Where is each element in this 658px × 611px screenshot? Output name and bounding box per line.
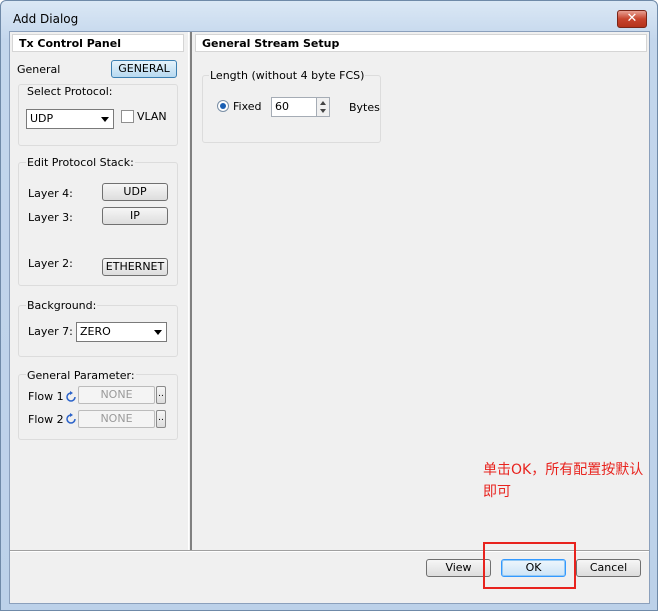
chevron-down-icon <box>154 330 162 335</box>
length-group-label: Length (without 4 byte FCS) <box>209 69 366 82</box>
window-title: Add Dialog <box>13 12 79 26</box>
vlan-checkbox[interactable] <box>121 110 134 123</box>
select-protocol-label: Select Protocol: <box>26 85 114 98</box>
background-label: Background: <box>26 299 98 312</box>
annotation-text: 单击OK，所有配置按默认即可 <box>483 462 644 500</box>
chevron-down-icon <box>101 117 109 122</box>
add-dialog-window: Add Dialog ✕ Tx Control Panel General GE… <box>0 0 658 611</box>
dialog-client-area: Tx Control Panel General GENERAL Select … <box>9 31 650 604</box>
layer2-label: Layer 2: <box>28 257 73 270</box>
flow2-more-button[interactable]: .. <box>156 410 166 428</box>
general-stream-setup-header: General Stream Setup <box>195 34 647 52</box>
length-spinner[interactable] <box>316 97 330 117</box>
flow1-label: Flow 1 <box>28 390 64 403</box>
fixed-radio[interactable] <box>217 100 229 112</box>
general-button[interactable]: GENERAL <box>111 60 177 78</box>
flow2-field[interactable]: NONE <box>78 410 155 428</box>
general-parameter-group <box>18 374 178 440</box>
tx-control-panel-header: Tx Control Panel <box>12 34 184 52</box>
ok-highlight-box <box>483 542 576 589</box>
fixed-label: Fixed <box>233 100 262 113</box>
flow2-label: Flow 2 <box>28 413 64 426</box>
view-button[interactable]: View <box>426 559 491 577</box>
layer4-label: Layer 4: <box>28 187 73 200</box>
general-label: General <box>17 63 61 76</box>
protocol-select[interactable]: UDP <box>26 109 114 129</box>
close-icon: ✕ <box>626 11 638 26</box>
flow1-more-button[interactable]: .. <box>156 386 166 404</box>
layer4-udp-button[interactable]: UDP <box>102 183 168 201</box>
refresh-icon[interactable] <box>65 413 77 425</box>
spin-down-icon[interactable] <box>320 109 326 113</box>
protocol-stack-label: Edit Protocol Stack: <box>26 156 135 169</box>
vlan-label: VLAN <box>137 110 167 123</box>
layer2-ethernet-button[interactable]: ETHERNET <box>102 258 168 276</box>
layer3-label: Layer 3: <box>28 211 73 224</box>
cancel-button[interactable]: Cancel <box>576 559 641 577</box>
refresh-icon[interactable] <box>65 391 77 403</box>
bytes-label: Bytes <box>349 101 380 114</box>
general-parameter-label: General Parameter: <box>26 369 136 382</box>
layer7-label: Layer 7: <box>28 325 73 338</box>
close-button[interactable]: ✕ <box>617 10 647 28</box>
layer3-ip-button[interactable]: IP <box>102 207 168 225</box>
flow1-field[interactable]: NONE <box>78 386 155 404</box>
panel-splitter[interactable] <box>188 32 192 550</box>
tx-control-panel: Tx Control Panel General GENERAL Select … <box>10 32 190 550</box>
protocol-select-value: UDP <box>30 112 54 125</box>
background-select-value: ZERO <box>80 325 111 338</box>
length-input[interactable]: 60 <box>271 97 318 117</box>
spin-up-icon[interactable] <box>320 101 326 105</box>
background-select[interactable]: ZERO <box>76 322 167 342</box>
